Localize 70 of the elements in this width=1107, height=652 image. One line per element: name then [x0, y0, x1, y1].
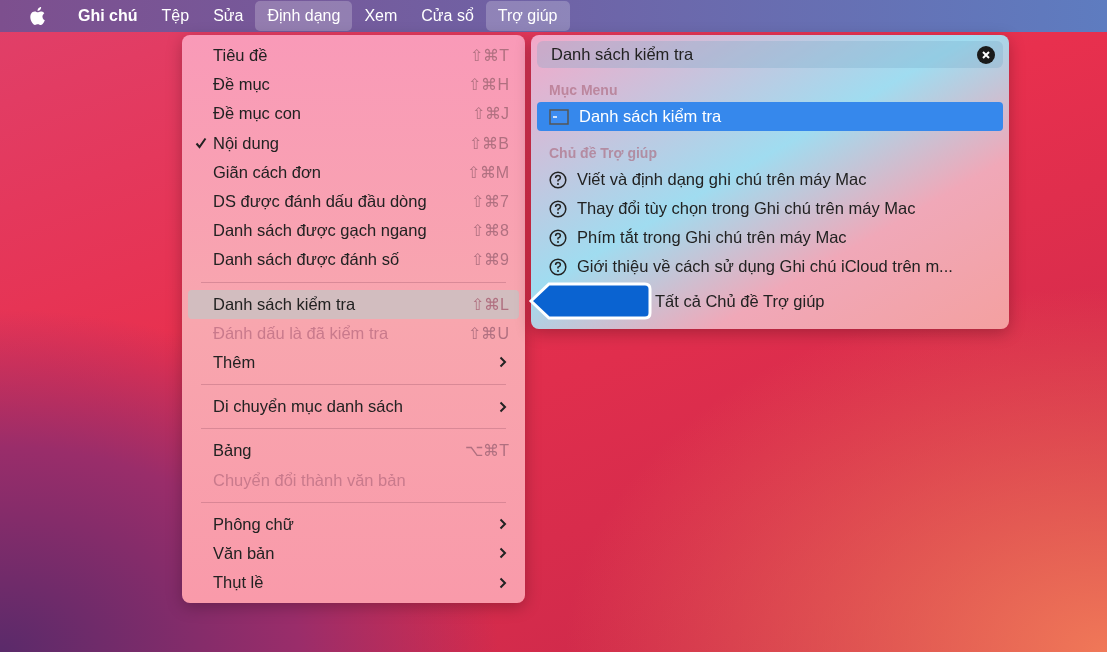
menu-item[interactable]: Đề mục ⇧⌘H — [188, 70, 519, 100]
help-result[interactable]: Thay đổi tùy chọn trong Ghi chú trên máy Mac — [537, 194, 1003, 223]
menu-item-label: Phông chữ — [213, 514, 295, 534]
menu-item-label: Văn bản — [213, 543, 276, 563]
menu-item[interactable]: Giãn cách đơn ⇧⌘M — [188, 157, 519, 187]
keyboard-shortcut: ⇧⌘J — [472, 104, 509, 124]
question-mark-icon — [549, 257, 567, 276]
menu-item[interactable]: Di chuyển mục danh sách — [188, 392, 519, 422]
menu-item-label: Nội dung — [213, 133, 281, 153]
keyboard-shortcut: ⇧⌘L — [471, 294, 509, 314]
help-result[interactable]: Tất cả Chủ đề Trợ giúp — [643, 286, 1003, 316]
keyboard-shortcut: ⌥⌘T — [465, 441, 509, 461]
menu-item[interactable]: Nội dung ⇧⌘B — [188, 128, 519, 158]
menu-item[interactable]: Thêm — [188, 347, 519, 378]
menu-bar-item[interactable]: Tệp — [149, 1, 202, 31]
help-result[interactable]: Giới thiệu về cách sử dụng Ghi chú iCloud trên m... — [537, 252, 1003, 281]
menu-bar-item[interactable]: Xem — [352, 1, 410, 31]
menu-item[interactable]: Đề mục con ⇧⌘J — [188, 99, 519, 129]
result-label: Danh sách kiểm tra — [579, 107, 722, 126]
search-field[interactable]: Danh sách kiểm tra — [537, 41, 1003, 68]
menu-item-label: Tiêu đề — [213, 46, 269, 66]
result-label: Thay đổi tùy chọn trong Ghi chú trên máy Mac — [577, 199, 916, 218]
keyboard-shortcut: ⇧⌘9 — [471, 250, 509, 270]
menu-item[interactable]: Văn bản — [188, 538, 519, 568]
menu-item[interactable]: Danh sách được đánh số ⇧⌘9 — [188, 245, 519, 275]
clear-icon[interactable] — [977, 45, 995, 64]
menu-item-label: Danh sách được gạch ngang — [213, 221, 428, 241]
menu-item-label: Thêm — [213, 352, 257, 372]
menu-item-label: Đề mục — [213, 75, 271, 95]
keyboard-shortcut: ⇧⌘T — [470, 46, 509, 66]
help-result[interactable]: Viết và định dạng ghi chú trên máy Mac — [537, 165, 1003, 194]
menu-item-label: Di chuyển mục danh sách — [213, 397, 404, 417]
menu-item[interactable]: Bảng ⌥⌘T — [188, 436, 519, 466]
menu-icon — [549, 108, 569, 125]
result-label: Giới thiệu về cách sử dụng Ghi chú iCloud trên m... — [577, 257, 953, 276]
result-label: Phím tắt trong Ghi chú trên máy Mac — [577, 228, 847, 247]
apple-logo-icon — [28, 6, 46, 26]
menu-item-label: Thụt lề — [213, 573, 265, 593]
menu-item[interactable]: DS được đánh dấu đầu dòng ⇧⌘7 — [188, 186, 519, 217]
keyboard-shortcut: ⇧⌘U — [468, 323, 509, 343]
help-result[interactable]: Danh sách kiểm tra — [537, 102, 1003, 131]
keyboard-shortcut: ⇧⌘8 — [471, 221, 509, 241]
menu-item[interactable]: Tiêu đề ⇧⌘T — [188, 41, 519, 71]
menu-bar-item[interactable]: Cửa sổ — [409, 1, 486, 31]
menu-item-label: DS được đánh dấu đầu dòng — [213, 192, 428, 212]
menu-item-label: Danh sách được đánh số — [213, 250, 401, 270]
result-label: Tất cả Chủ đề Trợ giúp — [655, 291, 825, 311]
menu-item-label: Bảng — [213, 441, 253, 461]
keyboard-shortcut: ⇧⌘M — [466, 162, 509, 182]
keyboard-shortcut: ⇧⌘7 — [471, 192, 509, 212]
keyboard-shortcut: ⇧⌘H — [468, 75, 509, 95]
menu-item[interactable]: Danh sách kiểm tra ⇧⌘L — [188, 289, 519, 319]
question-mark-icon — [549, 170, 567, 189]
menu-item[interactable]: Danh sách được gạch ngang ⇧⌘8 — [188, 216, 519, 246]
menu-bar-item[interactable]: Ghi chú — [66, 1, 150, 31]
menu-item-label: Danh sách kiểm tra — [213, 294, 357, 314]
menu-item-label: Đề mục con — [213, 104, 303, 124]
section-header: Chủ đề Trợ giúp — [548, 144, 658, 163]
menu-item[interactable]: Phông chữ — [188, 509, 519, 539]
search-text: Danh sách kiểm tra — [551, 45, 694, 64]
help-result[interactable]: Phím tắt trong Ghi chú trên máy Mac — [537, 223, 1003, 252]
keyboard-shortcut: ⇧⌘B — [469, 133, 509, 153]
section-header: Mục Menu — [548, 81, 619, 100]
menu-bar-item[interactable]: Định dạng — [255, 1, 353, 31]
question-mark-icon — [549, 199, 567, 218]
result-label: Viết và định dạng ghi chú trên máy Mac — [577, 170, 867, 189]
menu-bar-item[interactable]: Sửa — [201, 1, 256, 31]
question-mark-icon — [549, 228, 567, 247]
menu-item-label: Giãn cách đơn — [213, 162, 323, 182]
menu-item[interactable]: Thụt lề — [188, 568, 519, 598]
